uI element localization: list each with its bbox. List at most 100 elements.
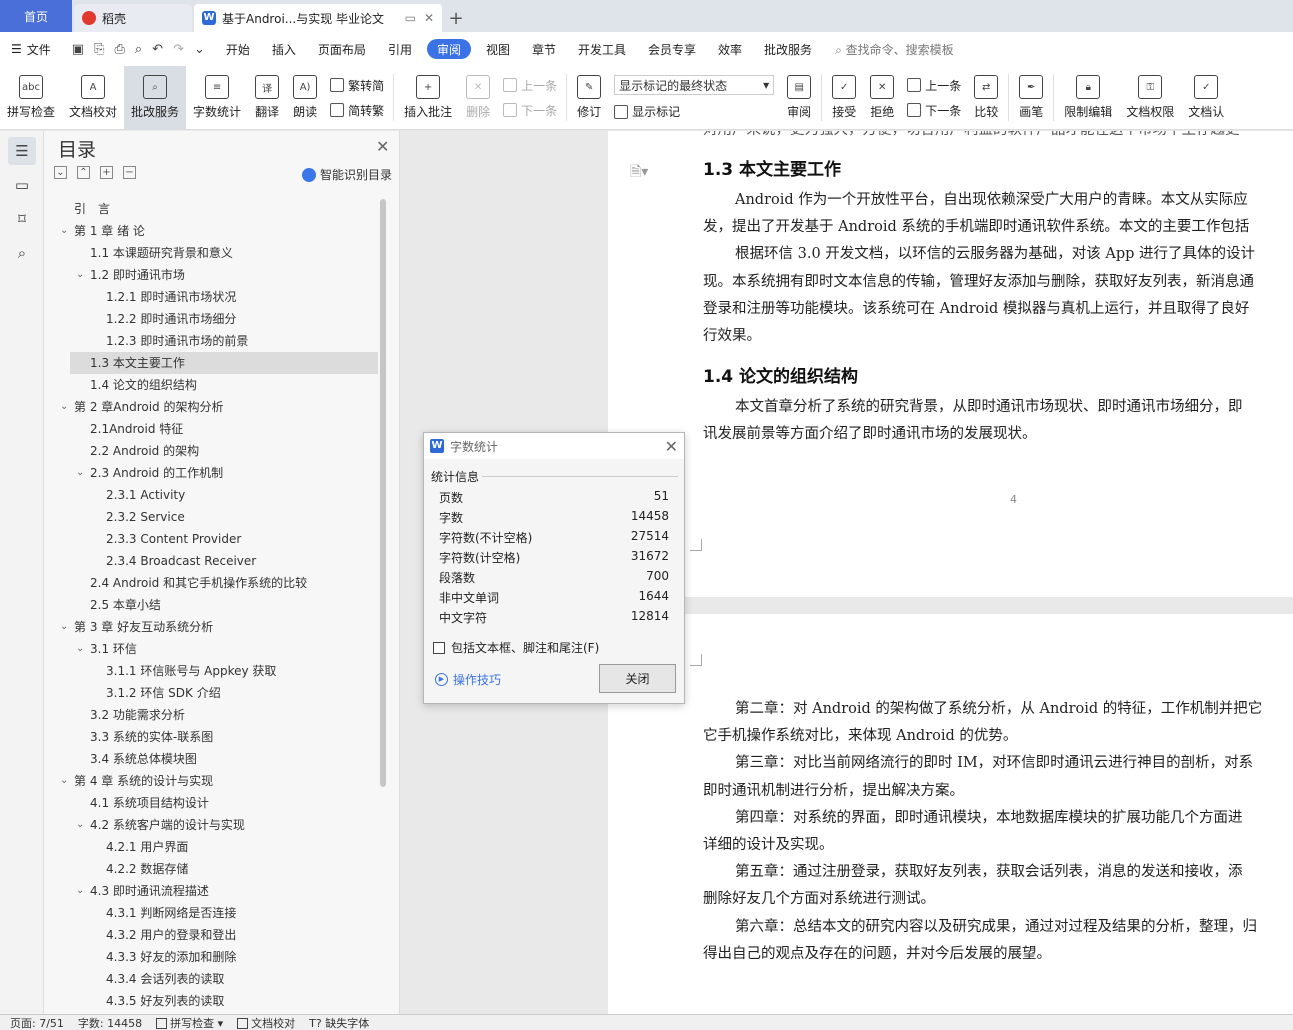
spell-check-toggle[interactable]: 拼写检查 ▾ (156, 1015, 223, 1030)
next-comment-button[interactable]: 下一条 (503, 102, 557, 119)
menu-devtools[interactable]: 开发工具 (567, 32, 637, 66)
menu-grading[interactable]: 批改服务 (753, 32, 823, 66)
tab-daoke[interactable]: 稻壳 (74, 4, 192, 32)
menu-reference[interactable]: 引用 (377, 32, 423, 66)
toc-item[interactable]: 2.1Android 特征 (44, 418, 378, 440)
toc-item[interactable]: 1.2.3 即时通讯市场的前景 (44, 330, 378, 352)
toc-item[interactable]: 3.4 系统总体模块图 (44, 748, 378, 770)
doc-permission-button[interactable]: ⚿ 文档权限 (1119, 66, 1181, 129)
file-menu[interactable]: ☰ 文件 (0, 32, 62, 66)
document-icon[interactable]: 🗎︎▾ (630, 161, 648, 185)
close-icon[interactable]: ✕ (376, 137, 389, 156)
smart-toc-button[interactable]: 智能识别目录 (302, 166, 392, 183)
chevron-down-icon[interactable]: ⌄ (76, 880, 84, 902)
chevron-down-icon[interactable]: ⌄ (76, 638, 84, 660)
close-icon[interactable]: ✕ (665, 437, 678, 456)
chevron-down-icon[interactable]: ⌄ (60, 616, 68, 638)
toc-item[interactable]: ⌄ 1.2 即时通讯市场 (44, 264, 378, 286)
toc-item[interactable]: ⌄ 第 2 章Android 的架构分析 (44, 396, 378, 418)
to-simplified-button[interactable]: 简转繁 (330, 102, 384, 119)
toc-item[interactable]: 2.4 Android 和其它手机操作系统的比较 (44, 572, 378, 594)
word-count-indicator[interactable]: 字数: 14458 (78, 1015, 142, 1030)
chapter-nav-icon[interactable]: ▭ (8, 171, 36, 199)
undo-icon[interactable]: ↶ (152, 42, 163, 57)
toc-item[interactable]: 2.2 Android 的架构 (44, 440, 378, 462)
toc-item[interactable]: 4.3.4 会话列表的读取 (44, 968, 378, 990)
word-count-button[interactable]: ≡ 字数统计 (186, 66, 248, 129)
plus-icon[interactable]: + (100, 166, 113, 179)
toc-item[interactable]: 1.2.1 即时通讯市场状况 (44, 286, 378, 308)
show-markup-button[interactable]: 显示标记 (614, 103, 774, 120)
review-pane-button[interactable]: ▤ 审阅 (780, 66, 818, 129)
toc-item[interactable]: 4.2.2 数据存储 (44, 858, 378, 880)
next-change-button[interactable]: 下一条 (907, 102, 961, 119)
menu-efficiency[interactable]: 效率 (707, 32, 753, 66)
redo-icon[interactable]: ↷ (173, 42, 184, 57)
prev-change-button[interactable]: 上一条 (907, 77, 961, 94)
dialog-titlebar[interactable]: W 字数统计 ✕ (424, 433, 684, 459)
toc-item[interactable]: 引 言 (44, 198, 378, 220)
toc-scrollbar[interactable] (380, 199, 386, 787)
save-icon[interactable]: ▣ (72, 42, 84, 57)
chevron-down-icon[interactable]: ⌄ (60, 770, 68, 792)
toc-item[interactable]: 4.3.5 好友列表的读取 (44, 990, 378, 1012)
menu-chapter[interactable]: 章节 (521, 32, 567, 66)
delete-comment-button[interactable]: ✕ 删除 (459, 66, 497, 129)
chevron-down-icon[interactable]: ⌄ (194, 42, 205, 57)
grading-service-button[interactable]: ⌕ 批改服务 (124, 66, 187, 129)
toc-item[interactable]: 4.3.2 用户的登录和登出 (44, 924, 378, 946)
close-button[interactable]: 关闭 (599, 664, 676, 693)
close-icon[interactable]: ✕ (424, 11, 434, 25)
chevron-down-icon[interactable]: ⌄ (60, 220, 68, 242)
toc-item[interactable]: 2.3.2 Service (44, 506, 378, 528)
toc-item[interactable]: 1.2.2 即时通讯市场细分 (44, 308, 378, 330)
restrict-edit-button[interactable]: 🔒︎ 限制编辑 (1057, 66, 1119, 129)
toc-item[interactable]: ⌄ 4.3 即时通讯流程描述 (44, 880, 378, 902)
toc-item[interactable]: 3.1.1 环信账号与 Appkey 获取 (44, 660, 378, 682)
toc-item[interactable]: 3.1.2 环信 SDK 介绍 (44, 682, 378, 704)
search-icon[interactable]: ⌕ (8, 239, 36, 267)
toc-item[interactable]: 4.1 系统项目结构设计 (44, 792, 378, 814)
toc-item[interactable]: ⌄ 第 3 章 好友互动系统分析 (44, 616, 378, 638)
reject-button[interactable]: ✕ 拒绝 (863, 66, 901, 129)
tab-document[interactable]: W 基于Androi...与实现 毕业论文 ▭ ✕ (194, 4, 442, 32)
toc-item[interactable]: ⌄ 第 1 章 绪 论 (44, 220, 378, 242)
chevron-down-icon[interactable]: ⌄ (60, 396, 68, 418)
bookmark-icon[interactable]: ⌑ (8, 205, 36, 233)
pen-button[interactable]: ✒ 画笔 (1012, 66, 1050, 129)
toc-item[interactable]: 4.3.3 好友的添加和删除 (44, 946, 378, 968)
minus-icon[interactable]: − (123, 166, 136, 179)
include-textbox-checkbox[interactable]: 包括文本框、脚注和尾注(F) (433, 639, 599, 656)
toc-item[interactable]: ⌄ 3.1 环信 (44, 638, 378, 660)
prev-comment-button[interactable]: 上一条 (503, 77, 557, 94)
to-traditional-button[interactable]: 繁转简 (330, 77, 384, 94)
compare-button[interactable]: ⇄ 比较 (967, 66, 1005, 129)
doc-cert-button[interactable]: ✓ 文档认 (1181, 66, 1231, 129)
tab-window-icon[interactable]: ▭ (405, 11, 416, 25)
toc-item[interactable]: 1.3 本文主要工作 (70, 352, 378, 374)
menu-page-layout[interactable]: 页面布局 (307, 32, 377, 66)
insert-comment-button[interactable]: + 插入批注 (397, 66, 459, 129)
menu-insert[interactable]: 插入 (261, 32, 307, 66)
chevron-down-icon[interactable]: ⌄ (76, 462, 84, 484)
expand-all-icon[interactable]: ⌄ (54, 166, 67, 179)
menu-review[interactable]: 审阅 (426, 39, 471, 59)
toc-item[interactable]: ⌄ 4.2 系统客户端的设计与实现 (44, 814, 378, 836)
toc-item[interactable]: ⌄ 2.3 Android 的工作机制 (44, 462, 378, 484)
missing-font-indicator[interactable]: T? 缺失字体 (309, 1015, 369, 1030)
markup-state-select[interactable]: 显示标记的最终状态 ▾ (614, 75, 775, 95)
toc-item[interactable]: 4.3.1 判断网络是否连接 (44, 902, 378, 924)
print-icon[interactable]: ⎙ (114, 42, 124, 57)
toc-item[interactable]: 4.2.1 用户界面 (44, 836, 378, 858)
toc-panel-icon[interactable]: ☰ (8, 137, 36, 165)
toc-item[interactable]: 2.3.1 Activity (44, 484, 378, 506)
command-search[interactable]: ⌕ 查找命令、搜索模板 (835, 41, 954, 58)
accept-button[interactable]: ✓ 接受 (825, 66, 863, 129)
menu-member[interactable]: 会员专享 (637, 32, 707, 66)
tips-link[interactable]: ▶ 操作技巧 (435, 671, 501, 688)
toc-item[interactable]: 1.4 论文的组织结构 (44, 374, 378, 396)
track-changes-button[interactable]: ✎ 修订 (570, 66, 608, 129)
chevron-down-icon[interactable]: ⌄ (76, 264, 84, 286)
toc-item[interactable]: 3.3 系统的实体-联系图 (44, 726, 378, 748)
chevron-down-icon[interactable]: ⌄ (76, 814, 84, 836)
